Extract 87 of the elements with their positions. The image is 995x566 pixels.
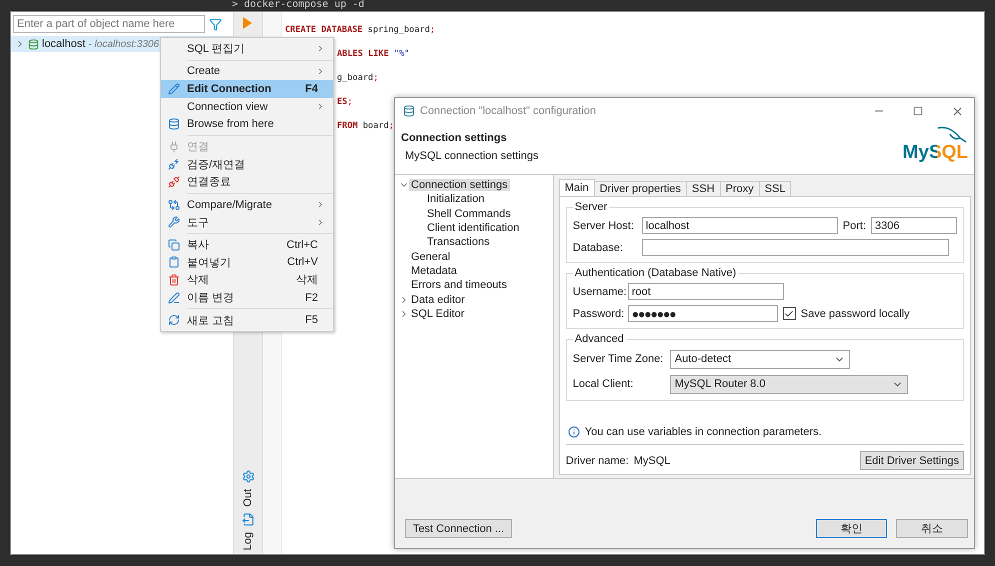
tree-item[interactable]: Transactions	[425, 236, 492, 248]
driver-name: MySQL	[634, 454, 670, 466]
tree-item[interactable]: Client identification	[425, 222, 522, 234]
host-field[interactable]: localhost	[642, 217, 838, 234]
refresh-icon	[168, 314, 180, 326]
cancel-button[interactable]: 취소	[896, 519, 968, 538]
code-line: g_board;	[337, 72, 378, 85]
database-icon	[168, 118, 180, 130]
connection-name: localhost	[42, 38, 86, 50]
menu-item[interactable]: Compare/Migrate	[161, 196, 333, 214]
menu-item[interactable]: 연결종료	[161, 173, 333, 191]
log-tab[interactable]: Log	[242, 532, 254, 550]
unplug-icon	[168, 176, 180, 188]
window-title: Connection "localhost" configuration	[420, 105, 597, 117]
output-icon[interactable]	[242, 512, 254, 526]
menu-item[interactable]: 새로 고침 F5	[161, 311, 333, 329]
header-subtitle: MySQL connection settings	[404, 150, 538, 162]
search-field[interactable]: Enter a part of object name here	[13, 15, 205, 33]
copy-icon	[168, 238, 180, 251]
menu-item[interactable]: 이름 변경 F2	[161, 288, 333, 306]
field-label: Server Host:	[572, 220, 635, 232]
checkbox[interactable]	[782, 307, 796, 320]
tree-item[interactable]: General	[409, 250, 452, 263]
header-title: Connection settings	[401, 132, 508, 144]
driver-label: Driver name:	[566, 454, 629, 466]
menu-item[interactable]: Browse from here	[161, 115, 333, 133]
ok-button[interactable]: 확인	[816, 519, 887, 538]
menu-item[interactable]: 도구	[161, 213, 333, 231]
username-field[interactable]: root	[628, 283, 784, 300]
plug-icon	[168, 158, 180, 170]
menu-item[interactable]: 검증/재연결	[161, 156, 333, 174]
code-line: FROM board;	[337, 120, 394, 133]
tree-item[interactable]: Shell Commands	[425, 208, 513, 220]
mysql-logo: MySQL	[902, 144, 968, 162]
pen-icon	[168, 292, 180, 304]
edit-driver-settings-button[interactable]: Edit Driver Settings	[860, 451, 964, 470]
close-icon	[950, 104, 964, 118]
tab[interactable]: SSL	[758, 181, 792, 196]
tree-item[interactable]: Connection settings	[409, 179, 510, 192]
field-label: Local Client:	[572, 378, 634, 390]
menu-item[interactable]: 복사 Ctrl+C	[161, 236, 333, 254]
tab[interactable]: Proxy	[720, 181, 760, 196]
settings-icon[interactable]	[242, 470, 254, 483]
trash-icon	[168, 274, 180, 286]
password-field[interactable]: ●●●●●●●	[628, 305, 778, 322]
menu-item[interactable]: Edit Connection F4	[161, 80, 333, 98]
maximize-icon	[913, 106, 923, 116]
group-title: Server	[572, 201, 610, 213]
wrench-icon	[168, 216, 180, 228]
field-label: Server Time Zone:	[572, 353, 664, 365]
connection-address: - localhost:3306	[88, 38, 160, 50]
menu-item[interactable]: Connection view	[161, 98, 333, 116]
tab[interactable]: Driver properties	[594, 181, 687, 196]
tree-item[interactable]: Data editor	[409, 294, 467, 306]
menu-item[interactable]: 붙여넣기 Ctrl+V	[161, 254, 333, 272]
pencil-icon	[168, 82, 180, 95]
code-line: CREATE DATABASE spring_board;	[285, 24, 436, 37]
field-label: Username:	[572, 286, 623, 298]
field-label: Password:	[572, 308, 623, 320]
menu-item[interactable]: 삭제 삭제	[161, 271, 333, 289]
group-title: Authentication (Database Native)	[572, 267, 738, 279]
database-field[interactable]	[642, 239, 949, 256]
compare-icon	[168, 198, 180, 211]
field-label: Port:	[842, 220, 866, 232]
database-icon	[28, 38, 39, 50]
info-icon	[568, 426, 580, 438]
menu-item[interactable]: Create	[161, 62, 333, 80]
clipboard-icon	[168, 256, 180, 268]
filter-icon[interactable]	[209, 18, 222, 30]
code-line: ABLES LIKE "%"	[337, 48, 410, 61]
dropdown[interactable]: Auto-detect	[670, 350, 850, 368]
app-icon	[403, 105, 415, 117]
code-line: ES;	[337, 96, 353, 109]
output-tab[interactable]: Out	[242, 488, 254, 507]
info-text: You can use variables in connection parameters.	[584, 426, 822, 438]
tree-item[interactable]: Initialization	[425, 193, 486, 206]
plug-icon	[168, 140, 180, 153]
tree-item[interactable]: SQL Editor	[409, 308, 466, 320]
checkbox-label: Save password locally	[800, 308, 910, 320]
test-connection-button[interactable]: Test Connection ...	[405, 519, 512, 538]
check-icon	[784, 308, 794, 318]
port-field[interactable]: 3306	[871, 217, 957, 234]
tab[interactable]: Main	[558, 179, 595, 196]
group-title: Advanced	[572, 333, 626, 345]
tree-item[interactable]: Metadata	[409, 264, 459, 277]
field-label: Database:	[572, 242, 624, 254]
tree-item[interactable]: Errors and timeouts	[409, 279, 509, 292]
